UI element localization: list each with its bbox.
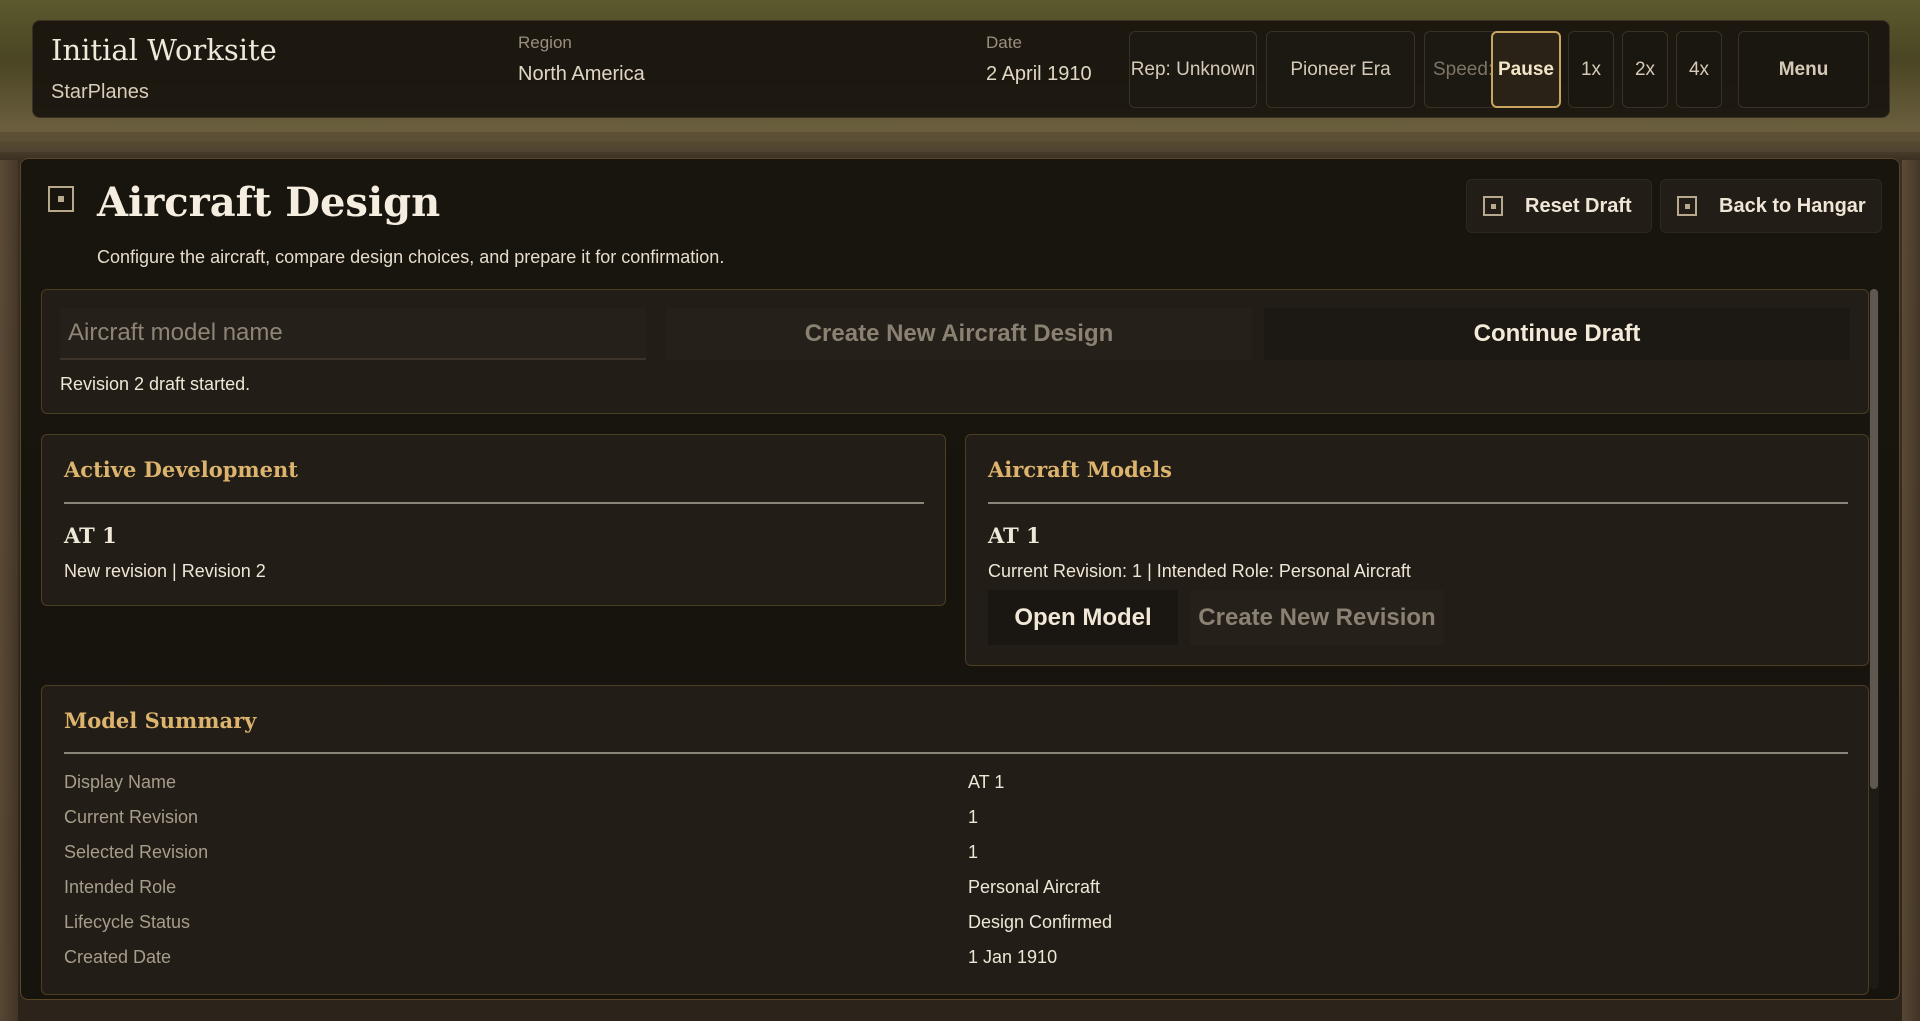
active-development-card: Active Development AT 1 New revision | R…: [41, 434, 946, 606]
region-value: North America: [518, 63, 645, 85]
summary-value: Design Confirmed: [968, 912, 1113, 932]
model-summary-card: Model Summary Display Name AT 1 Current …: [41, 685, 1869, 995]
model-item-name: AT 1: [988, 523, 1041, 548]
model-item-detail: Current Revision: 1 | Intended Role: Per…: [988, 561, 1411, 581]
company-name: StarPlanes: [51, 81, 149, 103]
development-item-detail: New revision | Revision 2: [64, 561, 266, 581]
create-design-button[interactable]: Create New Aircraft Design: [666, 308, 1252, 360]
back-square-icon: [1677, 196, 1697, 216]
aircraft-name-input[interactable]: [60, 308, 646, 360]
summary-label: Current Revision: [64, 807, 199, 827]
region-label: Region: [518, 33, 572, 52]
section-divider: [988, 502, 1848, 504]
summary-value: Personal Aircraft: [968, 877, 1101, 897]
summary-row: Lifecycle Status Design Confirmed: [64, 912, 1864, 947]
summary-label: Intended Role: [64, 877, 177, 897]
scrollbar-thumb[interactable]: [1870, 289, 1878, 789]
speed-label: Speed:: [1433, 58, 1494, 80]
open-model-button[interactable]: Open Model: [988, 590, 1178, 645]
panel-square-icon: [48, 186, 74, 212]
speed-pause-label: Pause: [1498, 58, 1554, 80]
page-description: Configure the aircraft, compare design c…: [97, 247, 725, 267]
menu-button[interactable]: Menu: [1738, 31, 1869, 108]
reputation-text: Rep: Unknown: [1130, 58, 1256, 80]
top-status-bar: Initial Worksite StarPlanes Region North…: [32, 20, 1890, 118]
background-post: [1902, 160, 1920, 1021]
background-plank: [0, 132, 1920, 138]
aircraft-design-panel: Aircraft Design Configure the aircraft, …: [20, 158, 1900, 1000]
open-model-label: Open Model: [1014, 603, 1152, 631]
create-new-revision-label: Create New Revision: [1198, 603, 1436, 631]
summary-row: Intended Role Personal Aircraft: [64, 877, 1864, 912]
summary-row: Current Revision 1: [64, 807, 1864, 842]
summary-label: Display Name: [64, 772, 177, 792]
create-design-label: Create New Aircraft Design: [804, 320, 1114, 347]
back-to-hangar-button[interactable]: Back to Hangar: [1660, 179, 1882, 233]
continue-draft-button[interactable]: Continue Draft: [1264, 308, 1850, 360]
menu-label: Menu: [1778, 58, 1829, 80]
date-label: Date: [986, 33, 1022, 52]
era-text: Pioneer Era: [1290, 58, 1391, 80]
section-divider: [64, 752, 1848, 754]
summary-label: Lifecycle Status: [64, 912, 191, 932]
summary-row: Display Name AT 1: [64, 772, 1864, 807]
aircraft-models-card: Aircraft Models AT 1 Current Revision: 1…: [965, 434, 1869, 666]
speed-2x-button[interactable]: 2x: [1622, 31, 1668, 108]
summary-value: 1 Jan 1910: [968, 947, 1058, 967]
speed-4x-button[interactable]: 4x: [1676, 31, 1722, 108]
page-title: Aircraft Design: [97, 179, 441, 226]
reset-draft-label: Reset Draft: [1525, 194, 1632, 217]
section-title: Active Development: [64, 457, 298, 482]
background-post: [0, 160, 18, 1021]
back-to-hangar-label: Back to Hangar: [1719, 194, 1866, 217]
continue-draft-label: Continue Draft: [1473, 320, 1641, 347]
summary-label: Selected Revision: [64, 842, 209, 862]
draft-section: Create New Aircraft Design Continue Draf…: [41, 289, 1869, 414]
summary-row: Selected Revision 1: [64, 842, 1864, 877]
speed-4x-label: 4x: [1688, 58, 1710, 80]
section-title: Aircraft Models: [988, 457, 1172, 482]
era-badge: Pioneer Era: [1266, 31, 1415, 108]
summary-label: Created Date: [64, 947, 172, 967]
create-new-revision-button[interactable]: Create New Revision: [1190, 590, 1444, 645]
speed-pause-button[interactable]: Pause: [1491, 31, 1561, 108]
worksite-title: Initial Worksite: [51, 33, 277, 67]
section-divider: [64, 502, 924, 504]
summary-value: AT 1: [968, 772, 1005, 792]
speed-2x-label: 2x: [1634, 58, 1656, 80]
speed-1x-label: 1x: [1580, 58, 1602, 80]
summary-value: 1: [968, 807, 979, 827]
date-value: 2 April 1910: [986, 63, 1092, 85]
reset-draft-button[interactable]: Reset Draft: [1466, 179, 1652, 233]
background-plank: [0, 146, 1920, 152]
speed-1x-button[interactable]: 1x: [1568, 31, 1614, 108]
development-item-name: AT 1: [64, 523, 117, 548]
summary-row: Created Date 1 Jan 1910: [64, 947, 1864, 982]
draft-status-message: Revision 2 draft started.: [60, 374, 251, 394]
reputation-badge: Rep: Unknown: [1129, 31, 1257, 108]
reset-square-icon: [1483, 196, 1503, 216]
summary-value: 1: [968, 842, 979, 862]
section-title: Model Summary: [64, 708, 257, 733]
